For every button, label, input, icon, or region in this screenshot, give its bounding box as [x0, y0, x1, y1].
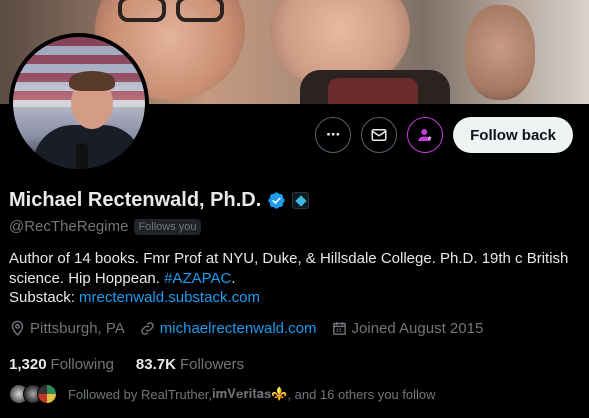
- profile-avatar[interactable]: [9, 33, 149, 173]
- profile-name-row: Michael Rectenwald, Ph.D.: [9, 189, 310, 212]
- followed-by-suffix: , and 16 others you follow: [287, 386, 436, 402]
- verified-icon[interactable]: [267, 191, 286, 210]
- message-button[interactable]: [361, 117, 398, 153]
- bio-line-1: Author of 14 books. Fmr Prof at NYU, Duk…: [9, 250, 569, 267]
- joined-item: Joined August 2015: [331, 320, 484, 337]
- affiliate-badge[interactable]: [292, 192, 310, 209]
- location-icon: [11, 320, 24, 336]
- message-icon: [371, 129, 387, 141]
- banner-shirt: [328, 78, 418, 104]
- calendar-icon: [332, 322, 346, 335]
- banner-person-right: [465, 5, 535, 100]
- substack-link[interactable]: mrectenwald.substack.com: [79, 289, 260, 306]
- followed-by-prefix: Followed by RealTruther,: [68, 386, 213, 402]
- mutual-avatar: [37, 384, 57, 404]
- website-link[interactable]: michaelrectenwald.com: [160, 320, 317, 337]
- mutual-avatars: [9, 384, 61, 404]
- followers-label: Followers: [179, 356, 245, 373]
- avatar-hair: [69, 71, 115, 91]
- diamond-icon: [295, 194, 307, 207]
- follows-you-badge: Follows you: [134, 218, 201, 235]
- follow-back-button[interactable]: Follow back: [453, 117, 573, 153]
- bio-line-2-end: .: [231, 269, 236, 287]
- profile-actions: ··· Follow back: [315, 117, 573, 153]
- banner-glasses-left: [118, 0, 166, 22]
- followed-by-name: 𝐢𝐦𝐕𝐞𝐫𝐢𝐭𝐚𝐬: [212, 386, 272, 401]
- banner-glasses-right: [176, 0, 224, 22]
- followers-count: 83.7K: [135, 356, 176, 373]
- location-text: Pittsburgh, PA: [30, 320, 125, 337]
- website-item: michaelrectenwald.com: [139, 320, 317, 337]
- fleur-de-lis-icon: ⚜️: [271, 386, 288, 401]
- following-count: 1,320: [9, 356, 47, 373]
- joined-text: Joined August 2015: [351, 320, 484, 337]
- link-icon: [141, 322, 154, 335]
- profile-bio: Author of 14 books. Fmr Prof at NYU, Duk…: [9, 249, 584, 308]
- profile-name: Michael Rectenwald, Ph.D.: [9, 189, 262, 211]
- profile-handle: @RecTheRegime: [9, 218, 129, 235]
- following-stat[interactable]: 1,320 Following: [9, 356, 114, 373]
- followers-stat[interactable]: 83.7K Followers: [136, 356, 244, 373]
- avatar-suit: [33, 125, 143, 169]
- more-button[interactable]: ···: [315, 117, 352, 153]
- substack-label: Substack:: [9, 289, 80, 306]
- following-label: Following: [50, 356, 114, 373]
- subscribe-button[interactable]: [407, 117, 444, 153]
- subscribe-icon: [418, 129, 432, 141]
- more-icon: ···: [326, 125, 341, 144]
- avatar-microphone: [76, 143, 88, 169]
- followed-by-row[interactable]: Followed by RealTruther, 𝐢𝐦𝐕𝐞𝐫𝐢𝐭𝐚𝐬 ⚜️, an…: [9, 384, 436, 404]
- handle-row: @RecTheRegime Follows you: [9, 218, 201, 235]
- hashtag-link[interactable]: #AZAPAC: [164, 270, 231, 287]
- bio-line-2-text: science. Hip Hoppean.: [9, 269, 165, 287]
- location-item: Pittsburgh, PA: [9, 320, 125, 337]
- profile-stats: 1,320 Following 83.7K Followers: [9, 356, 266, 373]
- profile-meta: Pittsburgh, PA michaelrectenwald.com Joi…: [9, 320, 497, 337]
